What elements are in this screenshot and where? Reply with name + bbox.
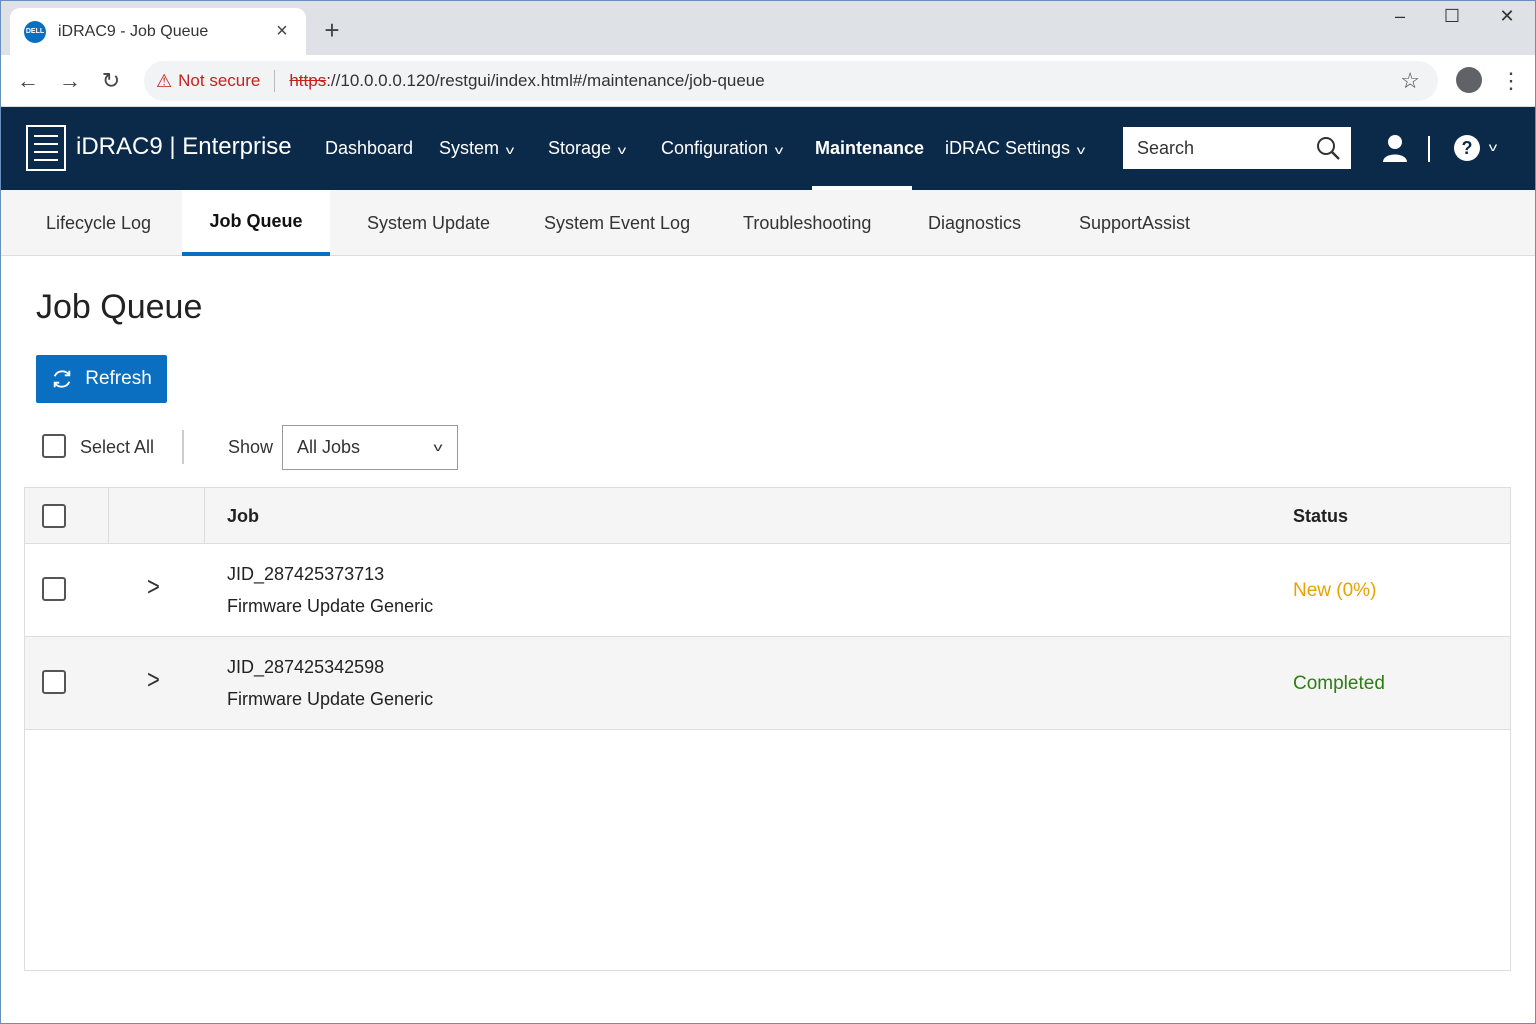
tab-diagnostics[interactable]: Diagnostics [918,190,1031,256]
select-all-label: Select All [80,437,155,457]
nav-dashboard[interactable]: Dashboard [325,138,413,159]
search-icon[interactable] [1315,135,1341,161]
forward-icon[interactable]: → [54,65,86,97]
browser-toolbar: ← → ↻ ⚠ Not secure https ://10.0.0.0.120… [0,55,1536,107]
minimize-icon[interactable]: – [1385,6,1415,27]
row-checkbox[interactable] [42,577,66,601]
nav-maintenance-label: Maintenance [815,138,925,158]
nav-configuration[interactable]: Configuration v [661,138,784,159]
tab-close-icon[interactable]: × [272,20,292,43]
profile-avatar-icon[interactable] [1456,67,1482,93]
nav-storage-label: Storage [548,138,612,158]
page-title: Job Queue [36,288,203,326]
show-label: Show [228,437,274,457]
job-name: Firmware Update Generic [227,596,434,616]
nav-maintenance[interactable]: Maintenance [815,138,924,159]
table-header: Job Status [25,488,1510,544]
row-checkbox[interactable] [42,670,66,694]
address-bar[interactable]: ⚠ Not secure https ://10.0.0.0.120/restg… [144,61,1438,101]
url-scheme: https [289,71,327,90]
new-tab-icon[interactable]: + [318,16,346,44]
table-row[interactable]: > JID_287425342598 Firmware Update Gener… [25,637,1510,730]
tab-title: iDRAC9 - Job Queue [58,22,209,40]
header-divider [1428,136,1430,162]
help-icon[interactable]: ? [1454,135,1480,161]
tab-lifecycle-log[interactable]: Lifecycle Log [36,190,161,256]
chevron-down-icon: v [617,143,627,157]
show-filter-select[interactable]: All Jobs v [282,425,458,470]
job-id: JID_287425373713 [227,564,385,584]
nav-system-label: System [439,138,500,158]
security-label: Not secure [178,71,261,90]
search-input[interactable] [1137,137,1307,159]
reload-icon[interactable]: ↻ [95,65,127,97]
tab-troubleshooting[interactable]: Troubleshooting [733,190,881,256]
search-box [1123,127,1351,169]
refresh-label: Refresh [85,368,152,389]
chevron-down-icon[interactable]: v [1489,140,1497,154]
window-close-icon[interactable]: ✕ [1492,6,1522,27]
browser-tab[interactable]: DELL iDRAC9 - Job Queue × [10,8,306,55]
url-text: ://10.0.0.0.120/restgui/index.html#/main… [326,71,765,90]
nav-idrac-settings-label: iDRAC Settings [945,138,1071,158]
warning-icon: ⚠ [156,70,173,91]
chevron-down-icon: v [1076,143,1086,157]
chevron-right-icon[interactable]: > [147,664,160,695]
header-select-checkbox[interactable] [42,504,66,528]
nav-system[interactable]: System v [439,138,515,159]
maximize-icon[interactable]: ☐ [1437,6,1467,27]
job-queue-table: Job Status > JID_287425373713 Firmware U… [24,487,1511,971]
job-id: JID_287425342598 [227,657,385,677]
refresh-button[interactable]: Refresh [36,355,167,403]
tab-system-update[interactable]: System Update [357,190,500,256]
browser-menu-icon[interactable]: ⋮ [1500,68,1522,94]
column-divider [108,488,109,544]
bookmark-star-icon[interactable]: ☆ [1400,68,1420,94]
brand-title: iDRAC9 | Enterprise [76,133,292,160]
idrac-logo-icon [26,125,66,171]
toolbar-divider [182,430,184,464]
select-all-checkbox[interactable] [42,434,66,458]
nav-storage[interactable]: Storage v [548,138,627,159]
user-icon[interactable] [1380,133,1410,163]
dell-favicon-icon: DELL [24,20,46,43]
chevron-right-icon[interactable]: > [147,571,160,602]
chevron-down-icon: v [774,143,784,157]
job-status: Completed [1293,673,1385,694]
column-header-job[interactable]: Job [227,506,259,527]
tab-supportassist[interactable]: SupportAssist [1069,190,1200,256]
maintenance-subtabs: Lifecycle Log Job Queue System Update Sy… [0,190,1536,256]
column-header-status[interactable]: Status [1293,506,1348,527]
table-row[interactable]: > JID_287425373713 Firmware Update Gener… [25,544,1510,637]
nav-idrac-settings[interactable]: iDRAC Settings v [945,138,1086,159]
job-status: New (0%) [1293,580,1377,601]
chevron-down-icon: v [433,440,443,454]
tab-job-queue[interactable]: Job Queue [182,190,330,256]
column-divider [204,488,205,544]
refresh-icon [53,370,71,388]
tab-system-event-log[interactable]: System Event Log [534,190,700,256]
nav-configuration-label: Configuration [661,138,769,158]
nav-dashboard-label: Dashboard [325,138,414,158]
chevron-down-icon: v [505,143,515,157]
browser-tabstrip: DELL iDRAC9 - Job Queue × + – ☐ ✕ [0,0,1536,55]
back-icon[interactable]: ← [12,65,44,97]
job-name: Firmware Update Generic [227,689,434,709]
omnibox-divider [274,70,276,92]
show-filter-value: All Jobs [297,437,361,457]
